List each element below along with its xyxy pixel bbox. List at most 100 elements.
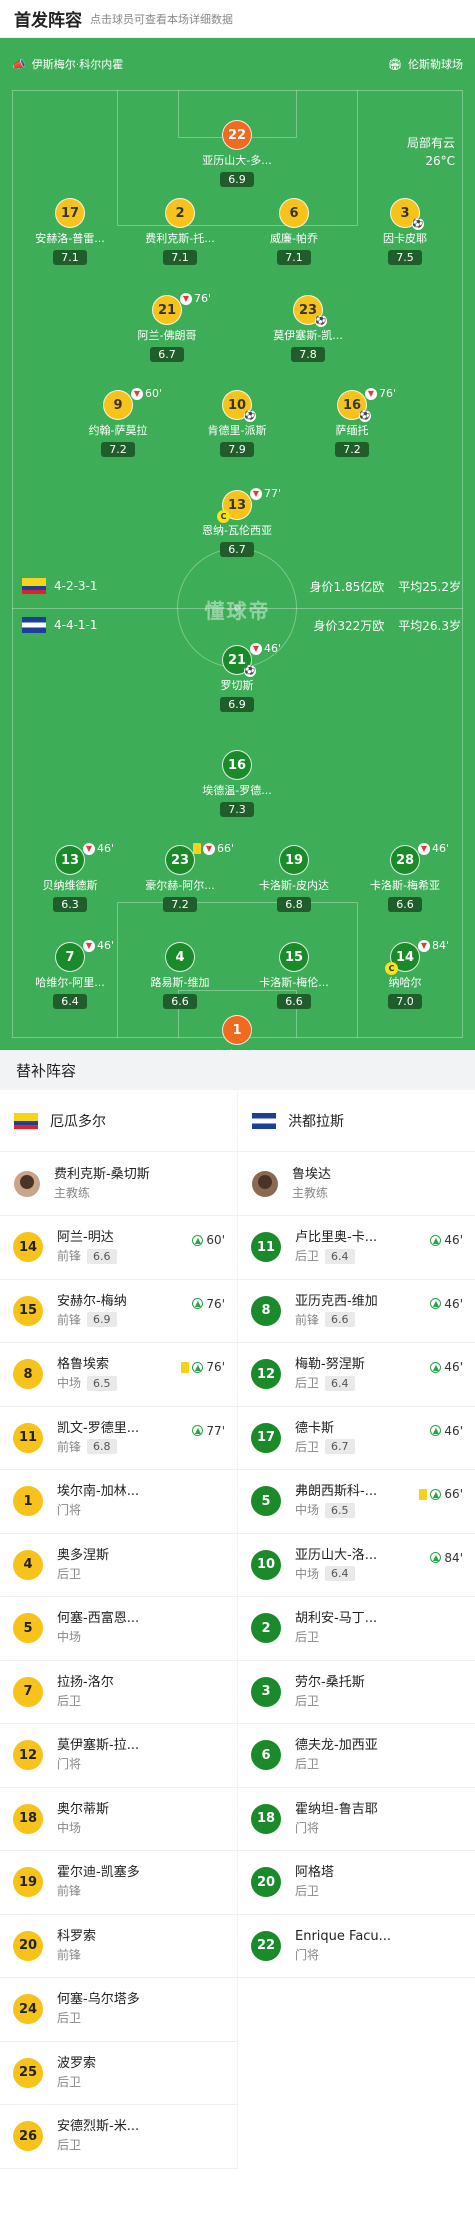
- player-marker[interactable]: 13 ▼ 77' C 恩纳-瓦伦西亚 6.7: [187, 487, 287, 557]
- sub-player-row[interactable]: 20 阿格塔 后卫: [238, 1851, 475, 1915]
- player-marker[interactable]: 16 埃德温-罗德... 7.3: [187, 750, 287, 817]
- player-marker[interactable]: 4 路易斯-维加 6.6: [130, 942, 230, 1009]
- player-number: 7 ▼ 46': [55, 939, 114, 972]
- sub-player-info: 阿兰-明达 前锋 6.6: [57, 1229, 117, 1265]
- sub-player-row[interactable]: 4 奥多涅斯 后卫: [0, 1534, 237, 1597]
- away-coach[interactable]: 鲁埃达 主教练: [238, 1152, 475, 1216]
- position-label: 后卫: [57, 1693, 82, 1708]
- player-marker[interactable]: 15 卡洛斯-梅伦... 6.6: [244, 942, 344, 1009]
- sub-player-row[interactable]: 6 德夫龙-加西亚 后卫: [238, 1724, 475, 1788]
- sub-off-icon: ▼: [180, 292, 192, 305]
- sub-player-row[interactable]: 25 波罗索 后卫: [0, 2042, 237, 2105]
- sub-player-position: 门将: [57, 1755, 139, 1773]
- home-team-row[interactable]: 厄瓜多尔: [0, 1090, 237, 1152]
- sub-player-position: 后卫 6.4: [295, 1374, 365, 1392]
- sub-on-icon: ▲: [430, 1552, 442, 1563]
- sub-player-row[interactable]: 1 埃尔南-加林... 门将: [0, 1470, 237, 1534]
- player-marker[interactable]: 10 ⚽ 肯德里-派斯 7.9: [187, 390, 287, 457]
- player-name: 卡洛斯-梅希亚: [370, 879, 440, 892]
- sub-player-info: 何塞-乌尔塔多 后卫: [57, 1991, 140, 2027]
- sub-player-row[interactable]: 8 格鲁埃索 中场 6.5 ▲ 76': [0, 1343, 237, 1407]
- sub-player-position: 后卫 6.7: [295, 1438, 355, 1456]
- home-coach[interactable]: 费利克斯-桑切斯 主教练: [0, 1152, 237, 1216]
- sub-player-row[interactable]: 7 拉扬-洛尔 后卫: [0, 1661, 237, 1724]
- sub-player-row[interactable]: 12 莫伊塞斯-拉... 门将: [0, 1724, 237, 1788]
- sub-player-row[interactable]: 2 胡利安-马丁... 后卫: [238, 1597, 475, 1661]
- sub-player-number: 11: [251, 1232, 281, 1263]
- player-marker[interactable]: 23 ⚽ 莫伊塞斯-凯... 7.8: [258, 295, 358, 362]
- lineup-page: 首发阵容 点击球员可查看本场详细数据 📣 伊斯梅尔·科尔内霍 🏟 伦斯勒球场 懂球帝…: [0, 0, 475, 2216]
- player-number: 16: [222, 750, 252, 780]
- sub-on-icon: ▲: [192, 1361, 204, 1373]
- sub-player-number: 18: [251, 1803, 281, 1834]
- sub-on-icon: ▲: [192, 1425, 204, 1436]
- player-marker[interactable]: 19 卡洛斯-皮内达 6.8: [244, 845, 344, 912]
- sub-player-row[interactable]: 18 奥尔蒂斯 中场: [0, 1788, 237, 1851]
- sub-player-number: 4: [13, 1549, 43, 1580]
- sub-player-info: 格鲁埃索 中场 6.5: [57, 1356, 117, 1392]
- position-label: 后卫: [295, 1439, 320, 1454]
- player-marker[interactable]: 14 ▼ 84' C 纳哈尔 7.0: [355, 939, 455, 1009]
- sub-player-row[interactable]: 26 安德烈斯-米... 后卫: [0, 2105, 237, 2169]
- player-marker[interactable]: 6 威廉-帕乔 7.1: [244, 198, 344, 265]
- sub-player-number: 26: [13, 2121, 43, 2152]
- sub-player-row[interactable]: 18 霍纳坦-鲁吉耶 门将: [238, 1788, 475, 1851]
- referee-name: 伊斯梅尔·科尔内霍: [31, 58, 124, 71]
- sub-player-row[interactable]: 11 卢比里奥-卡... 后卫 6.4 ▲ 46': [238, 1216, 475, 1280]
- player-name: 约翰-萨莫拉: [88, 424, 148, 437]
- position-label: 前锋: [295, 1312, 320, 1327]
- player-marker[interactable]: 23 ▼ 66' 豪尔赫-阿尔... 7.2: [130, 842, 234, 912]
- player-marker[interactable]: 22 亚历山大-多... 6.9: [187, 120, 287, 187]
- sub-player-row[interactable]: 8 亚历克西-维加 前锋 6.6 ▲ 46': [238, 1280, 475, 1343]
- sub-player-info: 亚历山大-洛... 中场 6.4: [295, 1547, 377, 1583]
- home-value: 身价1.85亿欧 平均25.2岁: [296, 578, 461, 595]
- away-subs-column: 洪都拉斯 鲁埃达 主教练 11 卢比里奥-卡... 后卫 6.4 ▲ 46' 8 亚历克西-维…: [238, 1090, 475, 2169]
- sub-player-row[interactable]: 22 Enrique Facu... 门将: [238, 1915, 475, 1978]
- sub-player-row[interactable]: 5 何塞-西富恩... 中场: [0, 1597, 237, 1661]
- player-number: 13 ▼ 77' C: [217, 487, 281, 523]
- sub-player-number: 5: [13, 1613, 43, 1644]
- sub-player-row[interactable]: 3 劳尔-桑托斯 后卫: [238, 1661, 475, 1724]
- sub-player-number: 24: [13, 1994, 43, 2025]
- coach-role: 主教练: [292, 1185, 329, 1200]
- player-number: 9 ▼ 60': [103, 387, 162, 420]
- player-marker[interactable]: 17 安赫洛-普雷... 7.1: [20, 198, 120, 265]
- sub-player-position: 门将: [295, 1819, 378, 1837]
- player-marker[interactable]: 28 ▼ 46' 卡洛斯-梅希亚 6.6: [355, 842, 455, 912]
- player-marker[interactable]: 7 ▼ 46' 哈维尔-阿里... 6.4: [20, 939, 120, 1009]
- player-marker[interactable]: 21 ▼ 76' 阿兰-佛朗哥 6.7: [117, 292, 217, 362]
- sub-player-row[interactable]: 5 弗朗西斯科-... 中场 6.5 ▲ 66': [238, 1470, 475, 1534]
- sub-on-event: ▲ 76': [192, 1297, 225, 1311]
- sub-player-name: 梅勒-努涅斯: [295, 1357, 365, 1373]
- sub-player-row[interactable]: 11 凯文-罗德里... 前锋 6.8 ▲ 77': [0, 1407, 237, 1470]
- player-marker[interactable]: 2 费利克斯-托... 7.1: [130, 198, 230, 265]
- player-marker[interactable]: 21 ▼ 46' ⚽ 罗切斯 6.9: [187, 642, 287, 712]
- player-marker[interactable]: 1梅吉瓦尔⭐ 8.3: [187, 1015, 287, 1050]
- sub-player-name: 阿兰-明达: [57, 1230, 114, 1246]
- player-rating: 6.6: [163, 994, 197, 1009]
- coach-name: 鲁埃达: [292, 1166, 332, 1182]
- player-marker[interactable]: 9 ▼ 60' 约翰-萨莫拉 7.2: [68, 387, 168, 457]
- sub-player-row[interactable]: 24 何塞-乌尔塔多 后卫: [0, 1978, 237, 2042]
- away-team-row[interactable]: 洪都拉斯: [238, 1090, 475, 1152]
- player-marker[interactable]: 16 ▼ 76' ⚽ 萨缅托 7.2: [302, 387, 402, 457]
- sub-player-row[interactable]: 10 亚历山大-洛... 中场 6.4 ▲ 84': [238, 1534, 475, 1597]
- player-marker[interactable]: 13 ▼ 46' 贝纳维德斯 6.3: [20, 842, 120, 912]
- sub-player-row[interactable]: 19 霍尔迪-凯塞多 前锋: [0, 1851, 237, 1915]
- player-number: 14 ▼ 84' C: [385, 939, 449, 975]
- sub-player-row[interactable]: 17 德卡斯 后卫 6.7 ▲ 46': [238, 1407, 475, 1470]
- sub-minute: 76': [379, 387, 397, 400]
- sub-player-row[interactable]: 15 安赫尔-梅纳 前锋 6.9 ▲ 76': [0, 1280, 237, 1343]
- player-rating: 7.2: [101, 442, 135, 457]
- sub-player-row[interactable]: 20 科罗索 前锋: [0, 1915, 237, 1978]
- player-marker[interactable]: 3 ⚽ 因卡皮耶 7.5: [355, 198, 455, 265]
- player-number: 4: [165, 942, 195, 972]
- subs-lists: 厄瓜多尔 费利克斯-桑切斯 主教练 14 阿兰-明达 前锋 6.6 ▲ 60' 15 安赫尔-…: [0, 1090, 475, 2169]
- sub-player-position: 前锋: [57, 1882, 140, 1900]
- sub-minute: 66': [217, 842, 235, 855]
- captain-icon: C: [385, 962, 398, 975]
- position-label: 门将: [57, 1503, 82, 1518]
- sub-player-row[interactable]: 14 阿兰-明达 前锋 6.6 ▲ 60': [0, 1216, 237, 1280]
- coach-role: 主教练: [54, 1185, 91, 1200]
- sub-player-row[interactable]: 12 梅勒-努涅斯 后卫 6.4 ▲ 46': [238, 1343, 475, 1407]
